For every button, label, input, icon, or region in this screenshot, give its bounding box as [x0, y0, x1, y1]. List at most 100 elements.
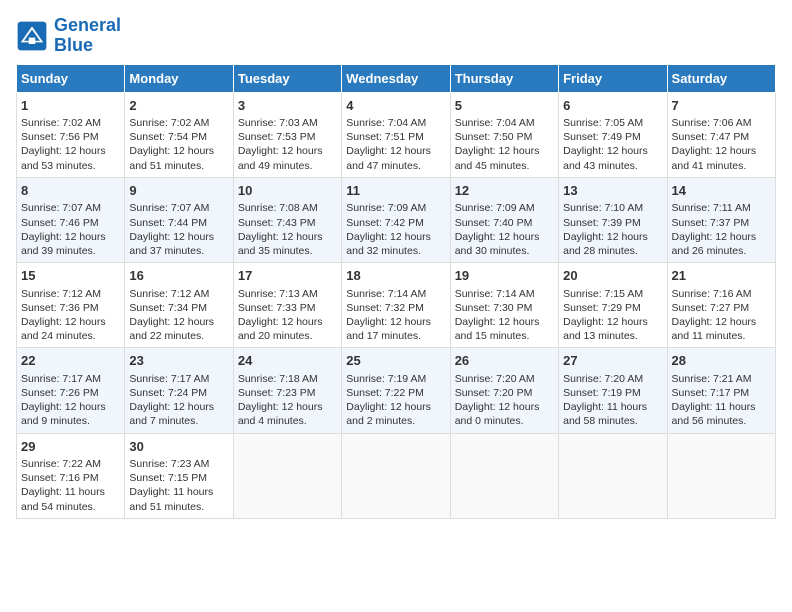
day-info-line: Sunrise: 7:08 AM: [238, 201, 337, 215]
day-number: 13: [563, 182, 662, 200]
day-info-line: Sunrise: 7:12 AM: [129, 287, 228, 301]
day-info-line: Daylight: 12 hours: [672, 315, 771, 329]
day-info-line: Sunrise: 7:12 AM: [21, 287, 120, 301]
day-number: 16: [129, 267, 228, 285]
day-info-line: Sunset: 7:44 PM: [129, 216, 228, 230]
day-info-line: and 22 minutes.: [129, 329, 228, 343]
week-row-4: 22Sunrise: 7:17 AMSunset: 7:26 PMDayligh…: [17, 348, 776, 433]
day-cell-21: 21Sunrise: 7:16 AMSunset: 7:27 PMDayligh…: [667, 263, 775, 348]
day-cell-24: 24Sunrise: 7:18 AMSunset: 7:23 PMDayligh…: [233, 348, 341, 433]
day-number: 30: [129, 438, 228, 456]
day-number: 27: [563, 352, 662, 370]
logo-icon: [16, 20, 48, 52]
day-info-line: Sunrise: 7:22 AM: [21, 457, 120, 471]
day-info-line: Daylight: 12 hours: [455, 230, 554, 244]
day-number: 14: [672, 182, 771, 200]
day-info-line: and 51 minutes.: [129, 500, 228, 514]
day-number: 12: [455, 182, 554, 200]
day-info-line: and 20 minutes.: [238, 329, 337, 343]
day-info-line: Sunset: 7:26 PM: [21, 386, 120, 400]
day-info-line: Sunset: 7:23 PM: [238, 386, 337, 400]
day-info-line: Sunset: 7:34 PM: [129, 301, 228, 315]
day-info-line: Daylight: 11 hours: [672, 400, 771, 414]
day-info-line: Daylight: 12 hours: [129, 230, 228, 244]
day-info-line: and 39 minutes.: [21, 244, 120, 258]
day-info-line: Sunset: 7:19 PM: [563, 386, 662, 400]
day-info-line: and 35 minutes.: [238, 244, 337, 258]
week-row-5: 29Sunrise: 7:22 AMSunset: 7:16 PMDayligh…: [17, 433, 776, 518]
day-info-line: Daylight: 12 hours: [238, 315, 337, 329]
day-info-line: Sunset: 7:53 PM: [238, 130, 337, 144]
day-info-line: Sunset: 7:30 PM: [455, 301, 554, 315]
day-info-line: and 26 minutes.: [672, 244, 771, 258]
day-info-line: Daylight: 12 hours: [129, 144, 228, 158]
week-row-3: 15Sunrise: 7:12 AMSunset: 7:36 PMDayligh…: [17, 263, 776, 348]
day-info-line: Sunrise: 7:07 AM: [129, 201, 228, 215]
day-info-line: Sunrise: 7:15 AM: [563, 287, 662, 301]
day-info-line: Daylight: 12 hours: [672, 230, 771, 244]
day-info-line: and 45 minutes.: [455, 159, 554, 173]
day-cell-6: 6Sunrise: 7:05 AMSunset: 7:49 PMDaylight…: [559, 92, 667, 177]
day-cell-28: 28Sunrise: 7:21 AMSunset: 7:17 PMDayligh…: [667, 348, 775, 433]
day-number: 2: [129, 97, 228, 115]
day-info-line: Daylight: 12 hours: [21, 315, 120, 329]
day-info-line: Sunset: 7:22 PM: [346, 386, 445, 400]
logo-text: General Blue: [54, 16, 121, 56]
logo: General Blue: [16, 16, 121, 56]
empty-cell: [233, 433, 341, 518]
day-info-line: Sunrise: 7:09 AM: [346, 201, 445, 215]
day-info-line: Sunset: 7:51 PM: [346, 130, 445, 144]
day-number: 10: [238, 182, 337, 200]
day-info-line: Sunset: 7:33 PM: [238, 301, 337, 315]
day-info-line: Sunset: 7:40 PM: [455, 216, 554, 230]
day-info-line: Daylight: 12 hours: [346, 230, 445, 244]
day-info-line: Daylight: 12 hours: [672, 144, 771, 158]
day-info-line: Sunrise: 7:20 AM: [455, 372, 554, 386]
day-cell-1: 1Sunrise: 7:02 AMSunset: 7:56 PMDaylight…: [17, 92, 125, 177]
day-info-line: Sunrise: 7:04 AM: [455, 116, 554, 130]
day-info-line: and 41 minutes.: [672, 159, 771, 173]
day-info-line: and 11 minutes.: [672, 329, 771, 343]
day-cell-8: 8Sunrise: 7:07 AMSunset: 7:46 PMDaylight…: [17, 177, 125, 262]
day-info-line: Sunset: 7:32 PM: [346, 301, 445, 315]
day-number: 23: [129, 352, 228, 370]
day-info-line: and 15 minutes.: [455, 329, 554, 343]
day-info-line: Sunrise: 7:17 AM: [129, 372, 228, 386]
day-number: 11: [346, 182, 445, 200]
day-info-line: Sunrise: 7:06 AM: [672, 116, 771, 130]
day-info-line: Daylight: 12 hours: [346, 315, 445, 329]
day-cell-23: 23Sunrise: 7:17 AMSunset: 7:24 PMDayligh…: [125, 348, 233, 433]
day-cell-20: 20Sunrise: 7:15 AMSunset: 7:29 PMDayligh…: [559, 263, 667, 348]
day-info-line: Sunrise: 7:17 AM: [21, 372, 120, 386]
day-info-line: Sunrise: 7:10 AM: [563, 201, 662, 215]
day-info-line: Sunrise: 7:14 AM: [346, 287, 445, 301]
day-cell-25: 25Sunrise: 7:19 AMSunset: 7:22 PMDayligh…: [342, 348, 450, 433]
day-info-line: Daylight: 12 hours: [455, 144, 554, 158]
empty-cell: [559, 433, 667, 518]
day-number: 8: [21, 182, 120, 200]
col-header-wednesday: Wednesday: [342, 64, 450, 92]
day-info-line: Daylight: 12 hours: [129, 400, 228, 414]
day-info-line: and 13 minutes.: [563, 329, 662, 343]
day-info-line: and 49 minutes.: [238, 159, 337, 173]
day-cell-7: 7Sunrise: 7:06 AMSunset: 7:47 PMDaylight…: [667, 92, 775, 177]
day-cell-10: 10Sunrise: 7:08 AMSunset: 7:43 PMDayligh…: [233, 177, 341, 262]
day-cell-5: 5Sunrise: 7:04 AMSunset: 7:50 PMDaylight…: [450, 92, 558, 177]
day-cell-2: 2Sunrise: 7:02 AMSunset: 7:54 PMDaylight…: [125, 92, 233, 177]
day-info-line: Sunrise: 7:13 AM: [238, 287, 337, 301]
empty-cell: [450, 433, 558, 518]
day-info-line: Sunset: 7:37 PM: [672, 216, 771, 230]
day-info-line: Sunset: 7:27 PM: [672, 301, 771, 315]
day-info-line: Sunrise: 7:03 AM: [238, 116, 337, 130]
day-info-line: Sunset: 7:50 PM: [455, 130, 554, 144]
day-cell-30: 30Sunrise: 7:23 AMSunset: 7:15 PMDayligh…: [125, 433, 233, 518]
day-info-line: and 17 minutes.: [346, 329, 445, 343]
day-info-line: Daylight: 12 hours: [238, 144, 337, 158]
col-header-monday: Monday: [125, 64, 233, 92]
day-info-line: Sunset: 7:43 PM: [238, 216, 337, 230]
day-number: 28: [672, 352, 771, 370]
day-info-line: Daylight: 12 hours: [346, 400, 445, 414]
day-number: 26: [455, 352, 554, 370]
day-info-line: Daylight: 12 hours: [129, 315, 228, 329]
day-cell-22: 22Sunrise: 7:17 AMSunset: 7:26 PMDayligh…: [17, 348, 125, 433]
